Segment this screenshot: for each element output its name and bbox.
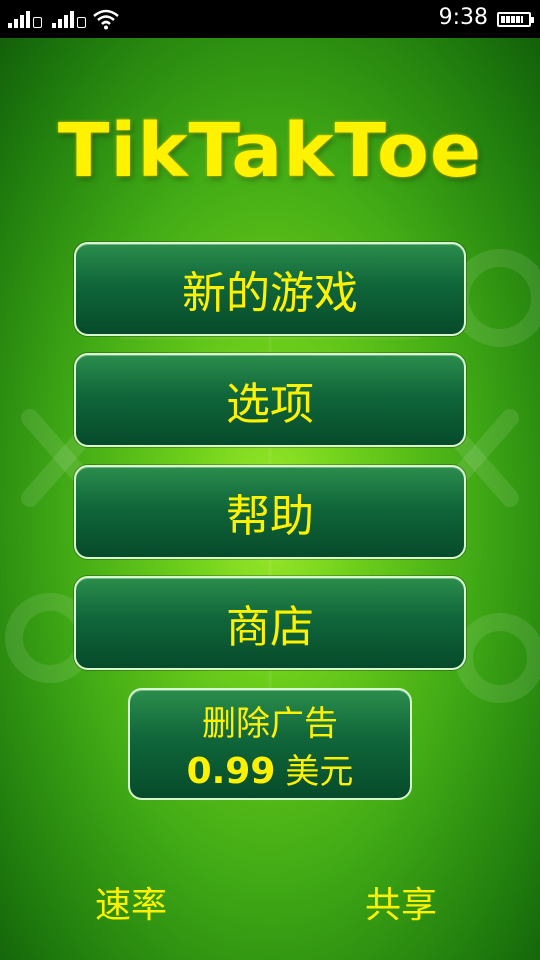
new-game-button[interactable]: 新的游戏 (74, 242, 466, 336)
wifi-icon (93, 9, 119, 30)
remove-ads-title: 删除广告 (202, 704, 338, 744)
remove-ads-price: 0.99 (186, 751, 276, 792)
shop-button[interactable]: 商店 (74, 576, 466, 670)
remove-ads-button[interactable]: 删除广告 0.99 美元 (128, 688, 412, 800)
help-button[interactable]: 帮助 (74, 465, 466, 559)
share-link[interactable]: 共享 (365, 876, 437, 928)
remove-ads-price-line: 0.99 美元 (130, 744, 410, 793)
rate-link[interactable]: 速率 (95, 876, 167, 928)
clock: 9:38 (438, 5, 488, 30)
battery-icon (497, 12, 534, 27)
remove-ads-currency: 美元 (285, 752, 354, 792)
game-main-menu: TikTakToe 新的游戏 选项 帮助 商店 删除广告 0.99 美元 速率 共… (0, 38, 540, 960)
game-logo: TikTakToe (57, 108, 483, 194)
status-bar: 9:38 (0, 0, 540, 38)
options-button[interactable]: 选项 (74, 353, 466, 447)
